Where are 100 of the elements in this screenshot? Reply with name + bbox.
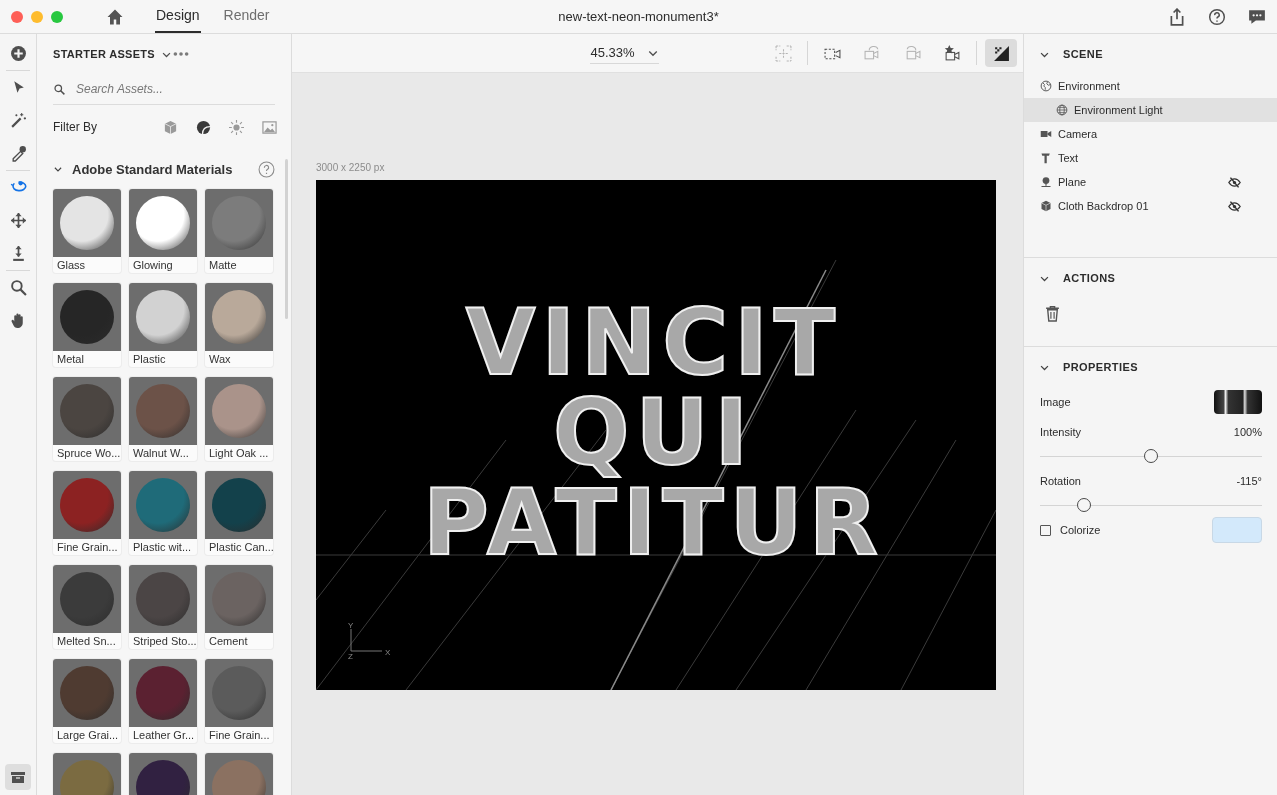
sun-icon[interactable] [229, 119, 244, 135]
scene-item[interactable]: Environment [1024, 74, 1277, 98]
material-card[interactable]: Cement [205, 565, 273, 649]
material-name: Light Oak ... [208, 446, 270, 461]
material-card[interactable]: Plastic Can... [205, 471, 273, 555]
material-card[interactable]: Plastic wit... [129, 471, 197, 555]
archive-box-icon [10, 769, 26, 785]
viewport-tool-button[interactable] [985, 39, 1017, 67]
material-name: Cement [208, 634, 249, 649]
trash-icon[interactable] [1044, 305, 1061, 322]
filter-label: Filter By [53, 120, 97, 134]
material-name: Melted Sn... [56, 634, 117, 649]
material-name: Walnut W... [132, 446, 190, 461]
material-thumbnail [205, 377, 273, 445]
magic-wand-icon[interactable] [9, 112, 27, 129]
material-card[interactable]: Matte [205, 189, 273, 273]
item-name: Environment Light [1074, 104, 1163, 116]
image-icon[interactable] [262, 119, 277, 135]
cube-icon[interactable] [163, 119, 178, 135]
slider-thumb[interactable] [1144, 449, 1158, 463]
material-card[interactable]: Large Grai... [53, 659, 121, 743]
magnifier-icon[interactable] [9, 279, 27, 296]
scene-item[interactable]: Cloth Backdrop 01 [1024, 194, 1277, 218]
tab[interactable]: Render [222, 0, 271, 33]
material-card[interactable]: Plastic [129, 283, 197, 367]
material-name: Plastic wit... [132, 540, 193, 555]
chevron-down-icon[interactable] [53, 164, 63, 174]
window-title: new-text-neon-monument3* [557, 9, 720, 24]
material-name: Plastic Can... [208, 540, 273, 555]
move-icon[interactable] [9, 212, 27, 229]
frame-icon [774, 44, 792, 62]
scene-item[interactable]: Environment Light [1024, 98, 1277, 122]
material-thumbnail [129, 189, 197, 257]
property-label: Rotation [1040, 475, 1081, 487]
search-icon [53, 82, 66, 96]
cube-icon [1040, 200, 1052, 212]
section-title: Adobe Standard Materials [72, 161, 233, 177]
panel-heading: SCENE [1063, 48, 1103, 60]
scene-item[interactable]: Plane [1024, 170, 1277, 194]
slider-thumb[interactable] [1077, 498, 1092, 512]
material-card[interactable]: Fine Grain... [205, 659, 273, 743]
material-card[interactable]: Leather Gr... [129, 659, 197, 743]
scrollbar[interactable] [285, 159, 288, 319]
search-field[interactable]: Search Assets... [74, 81, 258, 97]
material-name: Metal [56, 352, 85, 367]
video-camera-icon [1040, 128, 1052, 140]
material-name: Matte [208, 258, 238, 273]
material-thumbnail [205, 565, 273, 633]
material-thumbnail [53, 659, 121, 727]
eye-off-icon[interactable] [1228, 199, 1241, 213]
axis-gizmo: Y Z X [348, 620, 394, 660]
checkbox-label: Colorize [1060, 524, 1101, 536]
share-icon[interactable] [1168, 7, 1186, 26]
material-card[interactable]: Walnut W... [129, 377, 197, 461]
material-thumbnail [129, 565, 197, 633]
material-thumbnail [53, 283, 121, 351]
archive-button[interactable] [5, 764, 31, 790]
sphere-icon[interactable] [196, 119, 211, 135]
checkbox[interactable] [1040, 524, 1051, 536]
material-card[interactable]: Glass [53, 189, 121, 273]
help-icon[interactable] [1208, 7, 1226, 26]
material-thumbnail [205, 189, 273, 257]
color-swatch[interactable] [1212, 517, 1262, 543]
add-icon[interactable] [9, 45, 27, 62]
checker-triangle-icon [992, 44, 1010, 62]
scene-item[interactable]: Camera [1024, 122, 1277, 146]
eyedropper-icon[interactable] [9, 145, 27, 162]
eye-off-icon[interactable] [1228, 175, 1241, 189]
material-thumbnail [53, 565, 121, 633]
material-card[interactable]: Fine Grain... [53, 471, 121, 555]
material-name: Large Grai... [56, 728, 120, 743]
chat-bubble-icon[interactable] [1248, 7, 1266, 26]
item-name: Environment [1058, 80, 1120, 92]
material-name: Fine Grain... [208, 728, 271, 743]
material-name: Striped Sto... [132, 634, 197, 649]
material-card[interactable]: Spruce Wo... [53, 377, 121, 461]
globe-icon [1040, 80, 1052, 92]
material-card[interactable]: Wax [205, 283, 273, 367]
close-window-button[interactable] [11, 10, 23, 23]
material-card[interactable]: Glowing [129, 189, 197, 273]
camera-arrow-icon [863, 44, 881, 62]
material-thumbnail [205, 283, 273, 351]
assets-dropdown[interactable]: STARTER ASSETS [53, 48, 172, 60]
canvas-size-label: 3000 x 2250 px [316, 162, 386, 175]
material-name: Plastic [132, 352, 167, 367]
material-card[interactable]: Striped Sto... [129, 565, 197, 649]
material-thumbnail [129, 659, 197, 727]
zoom-dropdown[interactable]: 45.33% [590, 42, 659, 64]
item-name: Cloth Backdrop 01 [1058, 200, 1149, 212]
property-value: -115° [1236, 475, 1262, 487]
material-thumbnail [53, 189, 121, 257]
material-card[interactable]: Melted Sn... [53, 565, 121, 649]
image-thumbnail[interactable] [1214, 390, 1262, 414]
globe-icon [1056, 104, 1068, 116]
material-card[interactable]: Metal [53, 283, 121, 367]
scene-item[interactable]: Text [1024, 146, 1277, 170]
material-card[interactable]: Light Oak ... [205, 377, 273, 461]
panel-heading: PROPERTIES [1063, 361, 1138, 373]
material-name: Glowing [132, 258, 174, 273]
property-label: Image [1040, 396, 1071, 408]
